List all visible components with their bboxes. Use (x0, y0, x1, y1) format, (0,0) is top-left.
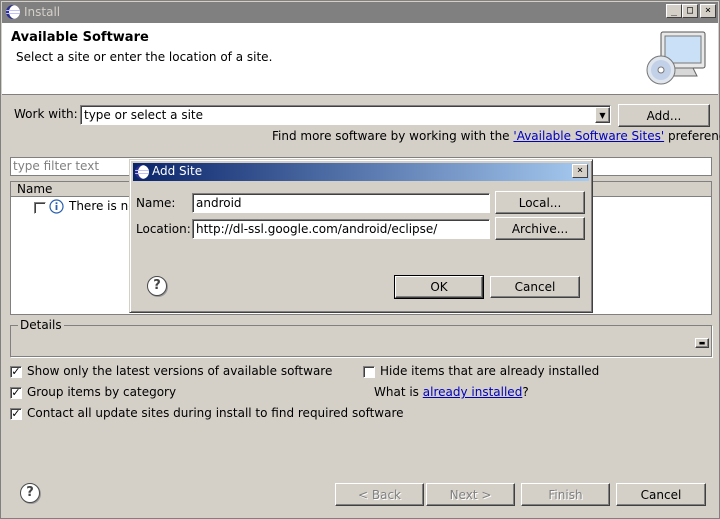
name-label: Name: (136, 196, 176, 210)
location-input[interactable]: http://dl-ssl.google.com/android/eclipse… (192, 219, 490, 239)
cancel-button[interactable]: Cancel (616, 483, 706, 506)
back-button[interactable]: < Back (335, 483, 424, 506)
group-by-category-label: Group items by category (27, 385, 177, 399)
work-with-value: type or select a site (84, 108, 204, 122)
eclipse-icon (6, 5, 20, 19)
work-with-combo[interactable]: type or select a site (80, 105, 611, 125)
dialog-title: Add Site (152, 164, 203, 178)
location-value: http://dl-ssl.google.com/android/eclipse… (196, 222, 438, 236)
dialog-title-bar[interactable]: Add Site × (133, 163, 589, 181)
help-icon[interactable]: ? (147, 276, 167, 296)
details-title: Details (18, 318, 64, 332)
wizard-header: Available Software Select a site or ente… (2, 23, 718, 95)
add-button[interactable]: Add... (618, 104, 710, 127)
add-site-dialog: Add Site × Name: android Local... Locati… (129, 159, 593, 313)
name-input[interactable]: android (192, 193, 490, 213)
window-title: Install (24, 5, 61, 19)
name-value: android (196, 196, 242, 210)
show-latest-label: Show only the latest versions of availab… (27, 364, 333, 378)
tree-row-text: There is no (69, 199, 136, 213)
hide-installed-label: Hide items that are already installed (380, 364, 600, 378)
details-expand-icon[interactable]: ▬ (695, 338, 709, 348)
maximize-button[interactable]: □ (682, 4, 698, 18)
page-subtitle: Select a site or enter the location of a… (16, 50, 273, 64)
info-icon (49, 199, 64, 214)
available-software-sites-link[interactable]: 'Available Software Sites' (513, 129, 664, 143)
location-label: Location: (136, 222, 191, 236)
contact-sites-checkbox[interactable]: ✓ (10, 408, 22, 420)
work-with-label: Work with: (14, 107, 78, 121)
tree-row-checkbox[interactable] (34, 202, 46, 214)
ok-button[interactable]: OK (394, 275, 484, 299)
close-button[interactable]: × (700, 4, 716, 18)
finish-button[interactable]: Finish (521, 483, 610, 506)
show-latest-checkbox[interactable]: ✓ (10, 366, 22, 378)
group-by-category-checkbox[interactable]: ✓ (10, 387, 22, 399)
contact-sites-label: Contact all update sites during install … (27, 406, 404, 420)
dialog-close-button[interactable]: × (572, 164, 588, 178)
title-bar[interactable]: Install _ □ × (2, 2, 718, 23)
next-button[interactable]: Next > (426, 483, 515, 506)
minimize-button[interactable]: _ (666, 4, 682, 18)
already-installed-link[interactable]: already installed (423, 385, 523, 399)
eclipse-icon (135, 165, 149, 179)
monitor-cd-icon (646, 31, 706, 85)
what-is-installed-text: What is already installed? (374, 385, 529, 399)
dialog-cancel-button[interactable]: Cancel (490, 276, 580, 298)
details-group: ▬ (10, 325, 712, 357)
install-window: Install _ □ × Available Software Select … (0, 0, 720, 519)
help-icon[interactable]: ? (20, 483, 40, 503)
hide-installed-checkbox[interactable] (363, 366, 375, 378)
filter-placeholder: type filter text (13, 159, 100, 173)
chevron-down-icon[interactable]: ▼ (595, 107, 610, 123)
local-button[interactable]: Local... (495, 191, 585, 214)
archive-button[interactable]: Archive... (495, 217, 585, 240)
find-more-text: Find more software by working with the '… (272, 129, 720, 143)
page-title: Available Software (11, 30, 149, 45)
